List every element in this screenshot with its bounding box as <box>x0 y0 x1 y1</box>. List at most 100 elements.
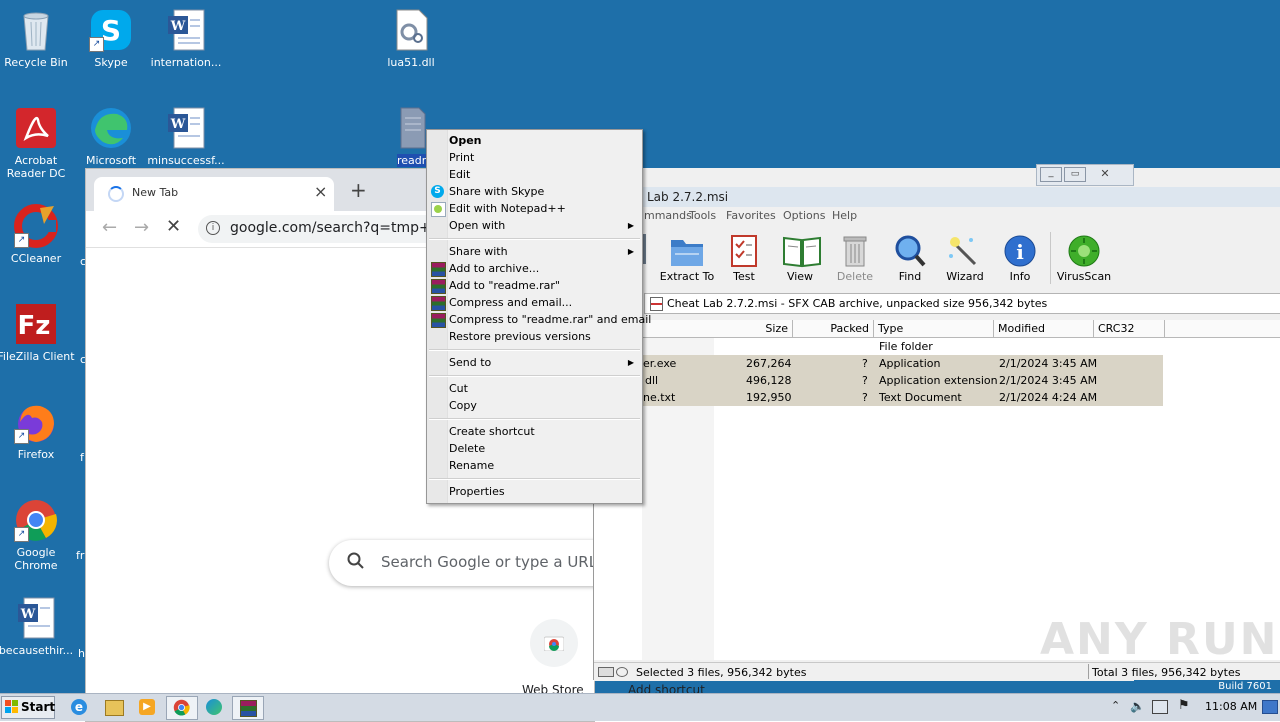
desktop-icon-label-partial: fr <box>76 549 85 562</box>
internet-explorer-icon[interactable]: e <box>71 699 87 715</box>
find-button[interactable]: Find <box>882 234 938 283</box>
start-button[interactable]: Start <box>1 696 55 719</box>
view-label: View <box>786 270 814 283</box>
menu-item-delete[interactable]: Delete <box>427 440 642 457</box>
close-tab-icon[interactable]: × <box>314 182 327 201</box>
desktop-icon-acrobat[interactable]: Acrobat Reader DC <box>0 106 76 180</box>
row-modified: 2/1/2024 3:45 AM <box>999 374 1098 387</box>
winrar-icon <box>431 296 446 311</box>
test-label: Test <box>733 270 755 283</box>
checklist-icon <box>726 234 762 268</box>
menu-item-share-with-skype[interactable]: S Share with Skype <box>427 183 642 200</box>
winrar-menu-bar: mmands Tools Favorites Options Help <box>594 207 1280 225</box>
path-bar[interactable]: Cheat Lab 2.7.2.msi - SFX CAB archive, u… <box>644 293 1280 314</box>
menu-item-open[interactable]: Open <box>427 132 642 149</box>
menu-item-compress-to-readme-rar-and-email[interactable]: Compress to "readme.rar" and email <box>427 311 651 328</box>
menu-options[interactable]: Options <box>783 209 825 222</box>
menu-item-share-with[interactable]: Share with ▶ <box>427 243 642 260</box>
menu-item-restore-previous-versions[interactable]: Restore previous versions <box>427 328 642 345</box>
back-arrow-icon[interactable]: ← <box>102 217 117 238</box>
desktop-icon-firefox[interactable]: ↗ Firefox <box>0 400 76 461</box>
taskbar-chrome-button[interactable] <box>166 696 198 720</box>
wizard-button[interactable]: Wizard <box>937 234 993 283</box>
row-packed: ? <box>862 357 868 370</box>
filezilla-icon: Fz <box>14 302 58 346</box>
menu-item-cut[interactable]: Cut <box>427 380 642 397</box>
desktop-icon-minsuccessf[interactable]: W minsuccessf... <box>146 106 226 167</box>
menu-item-edit[interactable]: Edit <box>427 166 642 183</box>
menu-item-create-shortcut[interactable]: Create shortcut <box>427 423 642 440</box>
menu-item-open-with[interactable]: Open with ▶ <box>427 217 642 234</box>
test-button[interactable]: Test <box>716 234 772 283</box>
desktop-icon-label-partial: f <box>80 451 84 464</box>
menu-item-edit-with-notepadpp[interactable]: Edit with Notepad++ <box>427 200 642 217</box>
file-explorer-icon[interactable] <box>105 700 124 716</box>
desktop-icon-lua51-dll[interactable]: lua51.dll <box>371 8 451 69</box>
menu-item-compress-and-email[interactable]: Compress and email... <box>427 294 642 311</box>
search-placeholder: Search Google or type a URL <box>381 553 598 571</box>
show-hidden-icons-icon[interactable]: ⌃ <box>1111 699 1120 712</box>
menu-item-print[interactable]: Print <box>427 149 642 166</box>
column-header-type[interactable]: Type <box>874 320 994 338</box>
book-icon <box>782 234 821 268</box>
maximize-icon[interactable]: ▭ <box>1064 167 1086 182</box>
menu-commands[interactable]: mmands <box>644 209 692 222</box>
menu-item-rename[interactable]: Rename <box>427 457 642 474</box>
column-header-crc32[interactable]: CRC32 <box>1094 320 1165 338</box>
column-header-name[interactable] <box>642 320 715 338</box>
svg-text:W: W <box>170 117 186 132</box>
column-header-modified[interactable]: Modified <box>994 320 1094 338</box>
column-header-packed[interactable]: Packed <box>793 320 874 338</box>
search-box[interactable]: Search Google or type a URL <box>329 540 619 586</box>
stop-icon[interactable]: ✕ <box>166 216 181 237</box>
desktop-icon-recycle-bin[interactable]: Recycle Bin <box>0 8 76 69</box>
menu-item-properties[interactable]: Properties <box>427 483 642 500</box>
taskbar-winrar-button[interactable] <box>232 696 264 720</box>
menu-item-copy[interactable]: Copy <box>427 397 642 414</box>
desktop-icon-becausethir[interactable]: W becausethir... <box>0 596 76 657</box>
row-packed: ? <box>862 391 868 404</box>
extract-to-button[interactable]: Extract To <box>659 234 715 283</box>
edge-icon[interactable] <box>206 699 222 715</box>
menu-item-add-to-archive[interactable]: Add to archive... <box>427 260 642 277</box>
desktop-icon-chrome[interactable]: ↗ Google Chrome <box>0 498 76 572</box>
desktop-icon-internation[interactable]: W internation... <box>146 8 226 69</box>
action-center-flag-icon[interactable]: ⚑ <box>1178 698 1190 713</box>
minimize-icon[interactable]: _ <box>1040 167 1062 182</box>
new-tab-icon[interactable]: + <box>350 178 367 202</box>
media-player-icon[interactable]: ▶ <box>139 699 155 715</box>
network-icon[interactable] <box>1152 700 1168 714</box>
menu-item-add-to-readme-rar[interactable]: Add to "readme.rar" <box>427 277 642 294</box>
virusscan-button[interactable]: VirusScan <box>1056 234 1112 283</box>
shortcut-web-store[interactable] <box>530 619 578 667</box>
menu-tools[interactable]: Tools <box>689 209 716 222</box>
row-type: Application <box>879 357 941 370</box>
row-type: Application extension <box>879 374 998 387</box>
submenu-arrow-icon: ▶ <box>627 247 634 256</box>
volume-icon[interactable]: 🔈 <box>1130 699 1145 713</box>
info-button[interactable]: i Info <box>992 234 1048 283</box>
show-desktop-icon[interactable] <box>1262 700 1278 714</box>
column-header-size[interactable]: Size <box>714 320 793 338</box>
menu-help[interactable]: Help <box>832 209 857 222</box>
close-window-icon[interactable]: ✕ <box>1092 167 1118 180</box>
view-button[interactable]: View <box>772 234 828 283</box>
row-modified: 2/1/2024 4:24 AM <box>999 391 1098 404</box>
desktop-icon-filezilla[interactable]: Fz FileZilla Client <box>0 302 76 363</box>
row-packed: ? <box>862 374 868 387</box>
shortcut-arrow-icon: ↗ <box>14 233 29 248</box>
info-circle-icon: i <box>1002 234 1038 268</box>
word-document-icon: W <box>164 106 208 150</box>
tab-new-tab[interactable]: New Tab × <box>94 177 334 211</box>
recycle-bin-icon <box>14 8 58 52</box>
delete-button[interactable]: Delete <box>827 234 883 283</box>
virusscan-label: VirusScan <box>1056 270 1112 283</box>
desktop-icon-skype[interactable]: S ↗ Skype <box>71 8 151 69</box>
clock[interactable]: 11:08 AM <box>1205 700 1257 713</box>
menu-favorites[interactable]: Favorites <box>726 209 776 222</box>
firefox-icon: ↗ <box>14 400 58 444</box>
desktop-icon-ccleaner[interactable]: ↗ CCleaner <box>0 204 76 265</box>
menu-item-send-to[interactable]: Send to ▶ <box>427 354 642 371</box>
forward-arrow-icon[interactable]: → <box>134 217 149 238</box>
winrar-window: Lab 2.7.2.msi mmands Tools Favorites Opt… <box>593 168 1280 681</box>
